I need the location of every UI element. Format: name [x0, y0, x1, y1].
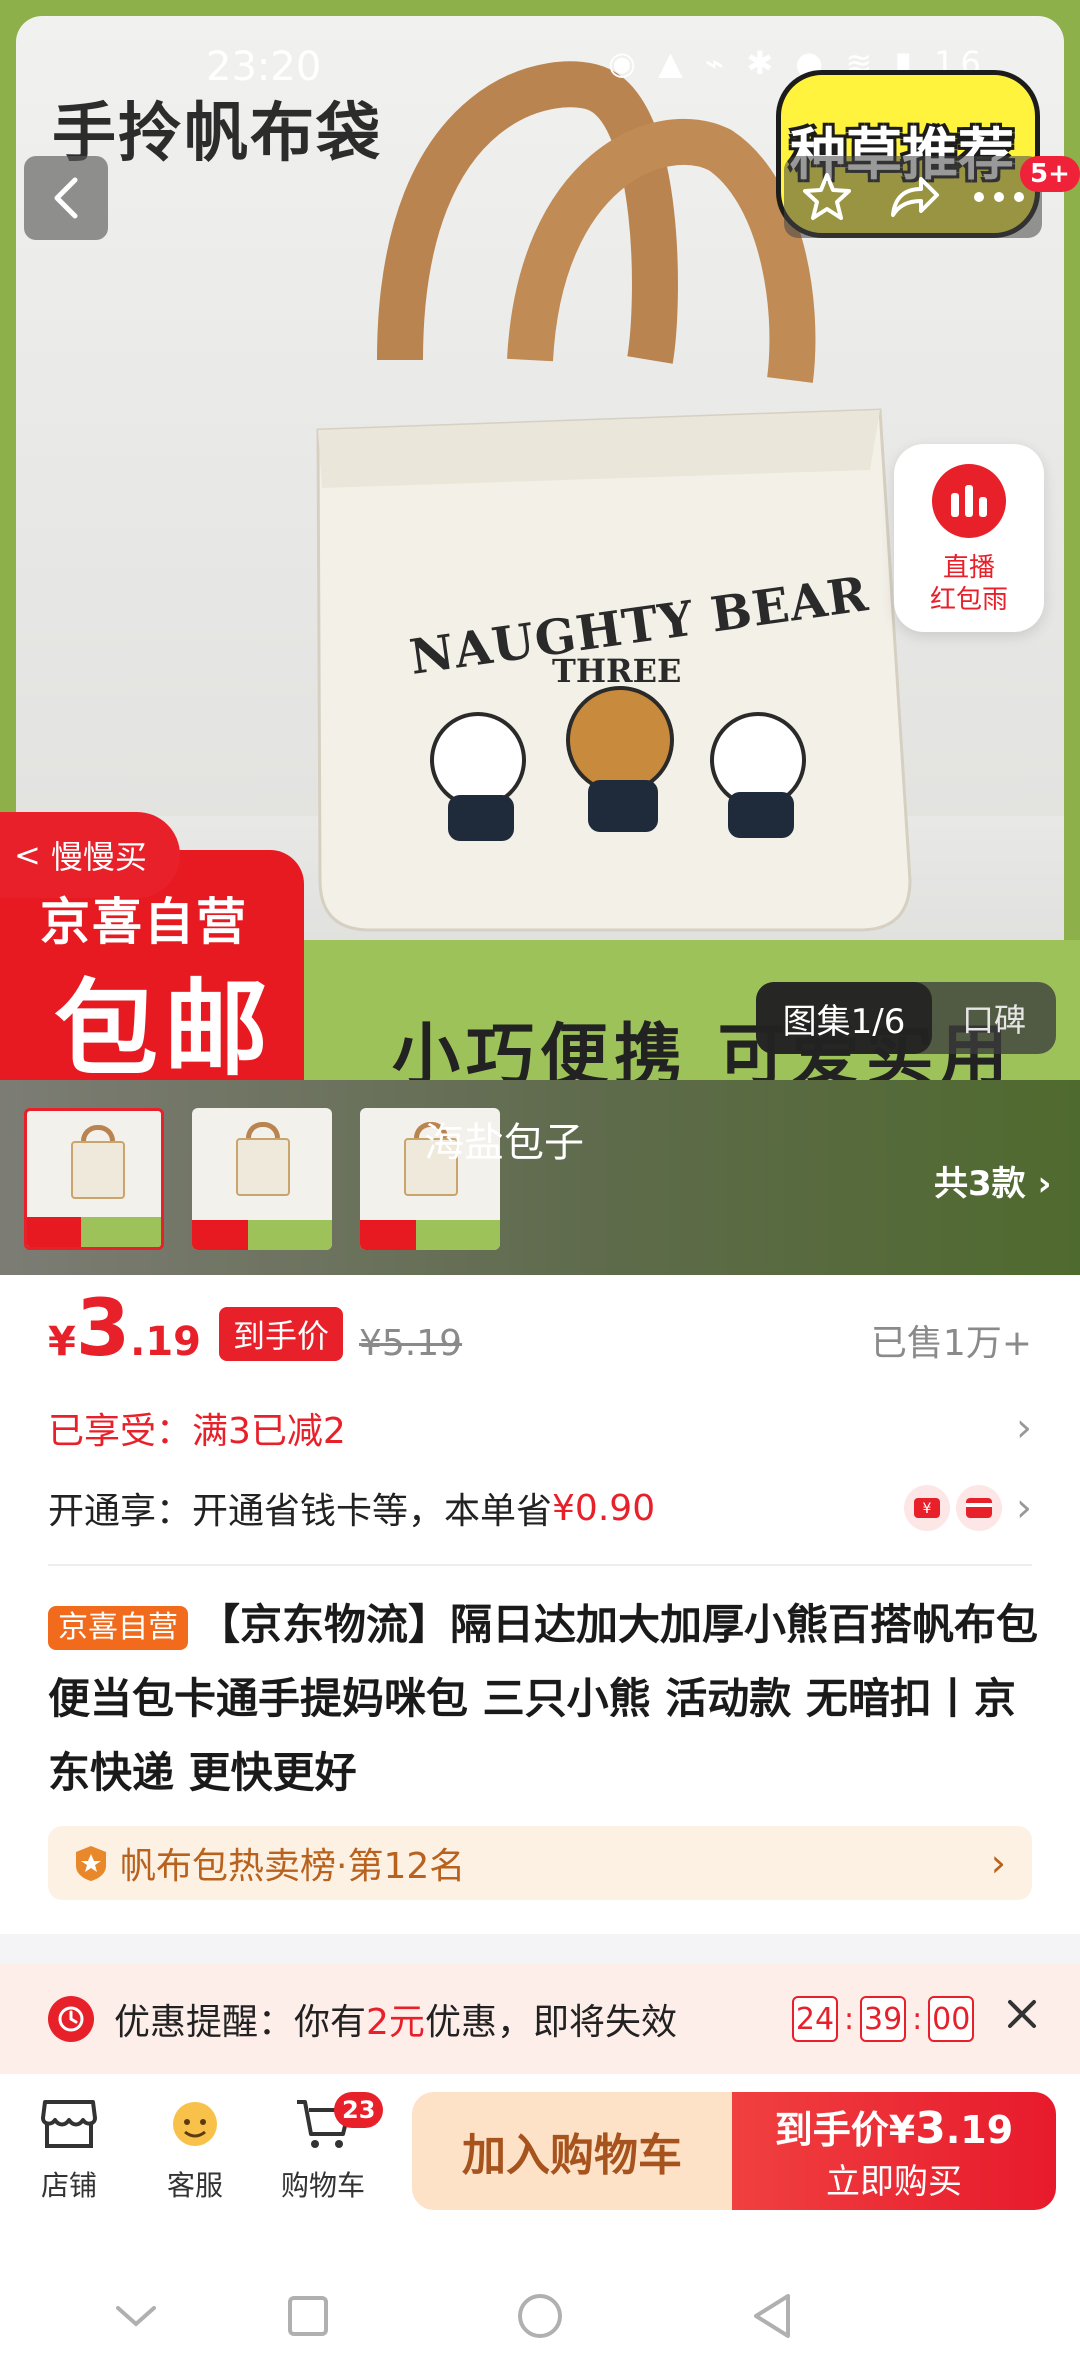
final-price-tag: 到手价 — [218, 1307, 343, 1361]
live-bars-icon — [932, 464, 1006, 538]
coupon-icon: ¥ — [904, 1485, 950, 1531]
square-icon — [288, 2296, 328, 2336]
countdown-hours: 24 — [792, 1996, 838, 2042]
cart-label: 购物车 — [280, 2169, 365, 2202]
store-label: 店铺 — [40, 2169, 97, 2202]
more-dots-icon — [974, 192, 1024, 202]
chevron-left-icon: < — [14, 836, 41, 874]
thumb-tag — [192, 1220, 248, 1250]
tab-reviews[interactable]: 口碑 — [932, 995, 1056, 1041]
clock-icon — [48, 1996, 94, 2042]
buy-price-line: 到手价¥3.19 — [775, 2099, 1013, 2154]
star-icon — [803, 173, 851, 220]
chevron-right-icon: › — [1037, 1164, 1052, 1204]
add-to-cart-button[interactable]: 加入购物车 — [412, 2092, 732, 2210]
store-tag: 京喜自营 — [48, 1605, 188, 1650]
rank-text: 帆布包热卖榜·第12名 — [120, 1846, 466, 1887]
variant-name: 海盐包子 — [424, 1120, 584, 1166]
close-reminder-button[interactable] — [1004, 1992, 1040, 2043]
nav-home-button[interactable] — [512, 2288, 568, 2344]
buy-price-label: 到手价¥ — [774, 2108, 916, 2152]
share-icon — [891, 177, 939, 217]
thumb-bag — [71, 1141, 125, 1199]
discount-text: 满3已减2 — [192, 1411, 346, 1452]
price-integer: 3 — [75, 1284, 131, 1374]
price-decimal: .19 — [130, 1319, 201, 1365]
live-red-packet-button[interactable]: 直播 红包雨 — [894, 444, 1044, 632]
share-button[interactable] — [883, 167, 943, 227]
discount-label: 已享受： — [48, 1411, 193, 1452]
section-gap — [0, 1934, 1080, 1964]
status-time: 23:20 — [206, 44, 322, 90]
nav-menu-button[interactable] — [108, 2288, 164, 2344]
buy-price-int: 3 — [915, 2103, 946, 2154]
favorite-button[interactable] — [797, 167, 857, 227]
card-icon — [956, 1485, 1002, 1531]
back-button[interactable] — [24, 156, 108, 240]
countdown-separator: : — [912, 2001, 923, 2037]
countdown-separator: : — [844, 2001, 855, 2037]
slow-buy-label: 慢慢买 — [50, 838, 147, 876]
service-icon — [163, 2092, 227, 2156]
reminder-label: 优惠提醒： — [114, 2002, 295, 2043]
store-button[interactable]: 店铺 — [14, 2092, 124, 2204]
thumb-tag — [360, 1220, 416, 1250]
divider — [48, 1564, 1032, 1566]
original-price: ¥5.19 — [359, 1323, 463, 1364]
svg-text:¥: ¥ — [923, 1501, 932, 1517]
variant-thumb[interactable] — [192, 1108, 332, 1250]
live-label-line1: 直播 — [942, 553, 995, 583]
rank-badge-icon — [76, 1846, 106, 1881]
reminder-text-after: 优惠，即将失效 — [424, 2002, 677, 2043]
countdown-timer: 24 : 39 : 00 — [792, 1996, 975, 2042]
chevron-right-icon: › — [990, 1841, 1006, 1885]
close-icon — [1008, 2000, 1036, 2028]
cart-count-badge: 23 — [334, 2092, 384, 2128]
tab-gallery[interactable]: 图集1/6 — [756, 982, 932, 1054]
member-text: 开通省钱卡等，本单省 — [192, 1491, 553, 1532]
chevron-left-icon — [54, 177, 78, 219]
member-amount: ¥0.90 — [552, 1487, 656, 1529]
buy-now-button[interactable]: 到手价¥3.19 立即购买 — [732, 2092, 1056, 2210]
chevron-right-icon: › — [1016, 1405, 1032, 1451]
store-icon — [37, 2092, 101, 2156]
reminder-amount: 2元 — [366, 2002, 425, 2043]
customer-service-button[interactable]: 客服 — [140, 2092, 250, 2204]
variant-count: 共3款 — [934, 1164, 1026, 1204]
gallery-tabs: 图集1/6 口碑 — [756, 982, 1056, 1054]
thumb-tag — [27, 1217, 81, 1247]
price-currency: ¥ — [48, 1319, 76, 1365]
chevron-down-icon — [116, 2306, 156, 2327]
live-label-line2: 红包雨 — [929, 585, 1008, 615]
ranking-banner[interactable]: 帆布包热卖榜·第12名 › — [48, 1826, 1032, 1900]
thumb-bag — [236, 1138, 290, 1196]
price-row: ¥ 3 .19 到手价 ¥5.19 已售1万+ — [48, 1290, 1032, 1378]
nav-back-button[interactable] — [744, 2288, 800, 2344]
buy-now-label: 立即购买 — [826, 2162, 962, 2202]
notification-badge: 5+ — [1020, 156, 1080, 192]
service-label: 客服 — [166, 2169, 223, 2202]
triangle-back-icon — [754, 2294, 790, 2338]
promo-line2: 包邮 — [54, 968, 275, 1090]
product-title: 【京东物流】隔日达加大加厚小熊百搭帆布包便当包卡通手提妈咪包 三只小熊 活动款 … — [48, 1600, 1039, 1797]
variant-count-link[interactable]: 共3款 › — [934, 1156, 1052, 1205]
circle-icon — [518, 2294, 562, 2338]
buy-price-dec: .19 — [945, 2108, 1014, 2152]
top-actions — [784, 156, 1042, 238]
chevron-right-icon: › — [1016, 1485, 1032, 1531]
countdown-minutes: 39 — [860, 1996, 907, 2042]
countdown-seconds: 00 — [928, 1996, 975, 2042]
member-row[interactable]: 开通享： 开通省钱卡等，本单省 ¥0.90 ¥ › — [48, 1476, 1032, 1540]
member-label: 开通享： — [48, 1491, 193, 1532]
member-icons: ¥ › — [904, 1485, 1032, 1531]
discount-row[interactable]: 已享受： 满3已减2 › — [48, 1396, 1032, 1460]
sold-count: 已售1万+ — [870, 1323, 1032, 1364]
product-title-block: 京喜自营 【京东物流】隔日达加大加厚小熊百搭帆布包便当包卡通手提妈咪包 三只小熊 … — [48, 1588, 1038, 1810]
bag-print-sub: THREE — [552, 652, 682, 690]
variant-thumb[interactable] — [24, 1108, 164, 1250]
reminder-text-before: 你有 — [294, 2002, 367, 2043]
nav-recents-button[interactable] — [280, 2288, 336, 2344]
